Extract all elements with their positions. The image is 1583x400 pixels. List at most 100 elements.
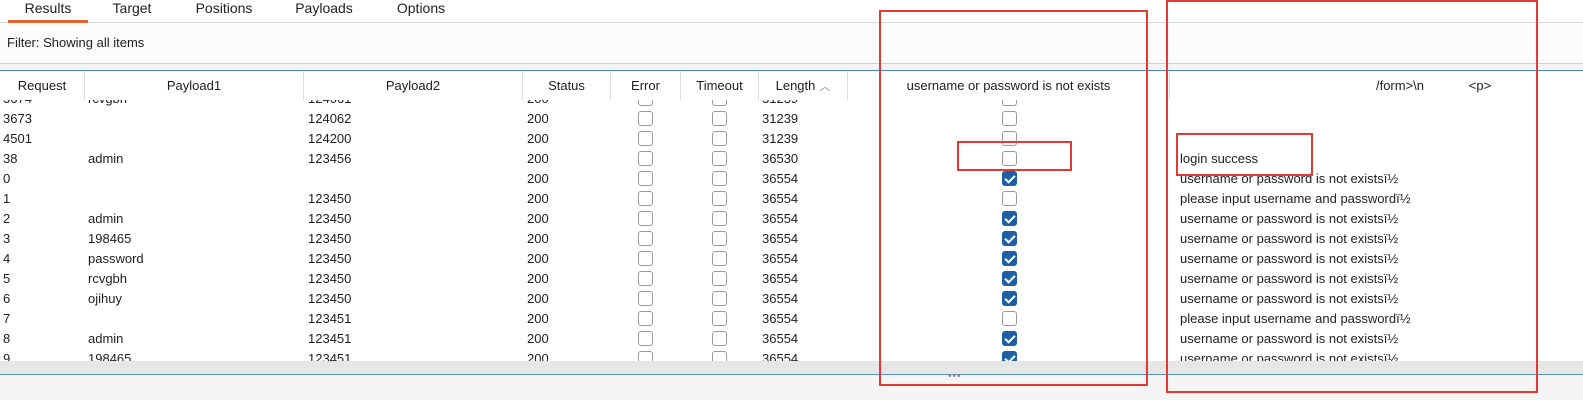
- checkbox-grep1: [1002, 131, 1017, 146]
- cell-payload2: 124061: [308, 100, 351, 109]
- checkbox-grep1: [1002, 151, 1017, 166]
- cell-length: 31239: [762, 100, 798, 109]
- checkbox-error: [638, 100, 653, 106]
- table-row[interactable]: 6 ojihuy 123450 200 36554 username or passwor…: [0, 289, 1583, 309]
- checkbox-error: [638, 351, 653, 361]
- cell-payload2: 124062: [308, 111, 352, 126]
- checkbox-grep1: [1002, 111, 1017, 126]
- cell-length: 36530: [762, 151, 799, 166]
- column-header-payload1[interactable]: Payload1: [85, 71, 304, 100]
- tab-payloads[interactable]: Payloads: [276, 0, 372, 20]
- cell-status: 200: [527, 171, 549, 186]
- cell-length: 36554: [762, 331, 799, 346]
- checkbox-grep1: [1002, 191, 1017, 206]
- table-row[interactable]: 0 200 36554 username or password is not exi…: [0, 169, 1583, 189]
- filter-text: Filter: Showing all items: [7, 35, 145, 50]
- checkbox-grep1: [1002, 100, 1017, 106]
- filter-bar[interactable]: Filter: Showing all items: [0, 23, 1583, 64]
- tab-positions[interactable]: Positions: [176, 0, 272, 20]
- checkbox-error: [638, 271, 653, 286]
- cell-extract: username or password is not existsï½: [1180, 331, 1399, 346]
- cell-extract: login success: [1180, 151, 1259, 166]
- cell-status: 200: [527, 131, 549, 146]
- table-row[interactable]: 3674 rcvgbh 124061 200 31239: [0, 100, 1583, 109]
- cell-request: 7: [3, 311, 11, 326]
- results-table[interactable]: 3674rcvgbh124061200312393673124062200312…: [0, 100, 1583, 361]
- table-row[interactable]: 5 rcvgbh 123450 200 36554 username or passwor…: [0, 269, 1583, 289]
- cell-request: 4: [3, 251, 11, 266]
- table-row[interactable]: 7 123451 200 36554 please input username and…: [0, 309, 1583, 329]
- cell-status: 200: [527, 191, 549, 206]
- table-row[interactable]: 38 admin 123456 200 36530 login success: [0, 149, 1583, 169]
- cell-status: 200: [527, 251, 549, 266]
- checkbox-grep1: [1002, 311, 1017, 326]
- cell-request: 3: [3, 231, 11, 246]
- checkbox-timeout: [712, 111, 727, 126]
- table-row[interactable]: 3 198465 123450 200 36554 username or passwor…: [0, 229, 1583, 249]
- checkbox-timeout: [712, 271, 727, 286]
- table-row[interactable]: 4 password 123450 200 36554 username or passw…: [0, 249, 1583, 269]
- checkbox-timeout: [712, 151, 727, 166]
- column-header-timeout[interactable]: Timeout: [681, 71, 759, 100]
- tab-results[interactable]: Results: [8, 0, 88, 23]
- bottom-panel: •••: [0, 371, 1583, 400]
- checkbox-timeout: [712, 291, 727, 306]
- cell-payload2: 123450: [308, 291, 352, 306]
- cell-length: 36554: [762, 351, 799, 361]
- cell-payload2: 123450: [308, 251, 352, 266]
- cell-extract: username or password is not existsï½: [1180, 351, 1399, 361]
- cell-length: 36554: [762, 191, 799, 206]
- table-row[interactable]: 4501 124200 200 31239: [0, 129, 1583, 149]
- cell-length: 36554: [762, 271, 799, 286]
- drag-grip-icon[interactable]: •••: [948, 371, 962, 382]
- cell-status: 200: [527, 151, 549, 166]
- checkbox-grep1: [1002, 251, 1017, 266]
- table-row[interactable]: 9 198465 123451 200 36554 username or passwor…: [0, 349, 1583, 361]
- cell-extract: please input username and passwordï½: [1180, 191, 1411, 206]
- checkbox-error: [638, 231, 653, 246]
- cell-status: 200: [527, 271, 549, 286]
- column-header-request[interactable]: Request: [0, 71, 85, 100]
- cell-extract: username or password is not existsï½: [1180, 291, 1399, 306]
- column-header-grep2[interactable]: /form>\n: [1350, 71, 1450, 100]
- column-header-payload2[interactable]: Payload2: [304, 71, 523, 100]
- cell-length: 36554: [762, 171, 799, 186]
- table-row[interactable]: 2 admin 123450 200 36554 username or password…: [0, 209, 1583, 229]
- checkbox-timeout: [712, 191, 727, 206]
- checkbox-grep1: [1002, 351, 1017, 361]
- column-header-grep1[interactable]: username or password is not exists: [848, 71, 1170, 100]
- cell-payload1: password: [88, 251, 144, 266]
- chevron-up-icon: ︿: [819, 81, 831, 93]
- table-row[interactable]: 1 123450 200 36554 please input username and…: [0, 189, 1583, 209]
- column-header-status[interactable]: Status: [523, 71, 611, 100]
- cell-payload1: ojihuy: [88, 291, 122, 306]
- checkbox-grep1: [1002, 231, 1017, 246]
- cell-status: 200: [527, 231, 549, 246]
- cell-request: 0: [3, 171, 11, 186]
- cell-request: 3674: [3, 100, 32, 109]
- table-header: Request Payload1 Payload2 Status Error T…: [0, 71, 1583, 101]
- cell-length: 36554: [762, 251, 799, 266]
- cell-extract: username or password is not existsï½: [1180, 171, 1399, 186]
- checkbox-timeout: [712, 351, 727, 361]
- cell-status: 200: [527, 311, 549, 326]
- column-header-length[interactable]: Length ︿: [759, 71, 848, 100]
- checkbox-timeout: [712, 311, 727, 326]
- cell-length: 36554: [762, 211, 799, 226]
- cell-payload2: 124200: [308, 131, 352, 146]
- horizontal-scrollbar[interactable]: [0, 361, 1583, 375]
- column-header-error[interactable]: Error: [611, 71, 681, 100]
- tab-options[interactable]: Options: [376, 0, 466, 20]
- checkbox-timeout: [712, 100, 727, 106]
- cell-payload2: 123456: [308, 151, 352, 166]
- checkbox-grep1: [1002, 211, 1017, 226]
- tab-target[interactable]: Target: [92, 0, 172, 20]
- cell-request: 1: [3, 191, 11, 206]
- column-header-grep3[interactable]: <p>: [1450, 71, 1510, 100]
- cell-request: 4501: [3, 131, 32, 146]
- table-row[interactable]: 8 admin 123451 200 36554 username or password…: [0, 329, 1583, 349]
- table-row[interactable]: 3673 124062 200 31239: [0, 109, 1583, 129]
- cell-status: 200: [527, 351, 549, 361]
- cell-request: 9: [3, 351, 11, 361]
- cell-payload2: 123451: [308, 311, 352, 326]
